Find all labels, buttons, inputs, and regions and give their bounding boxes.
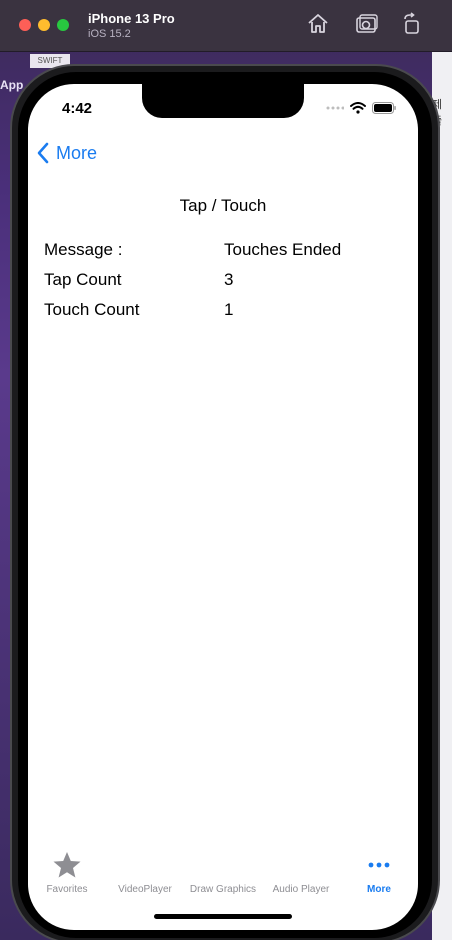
notch xyxy=(142,84,304,118)
signal-icon xyxy=(326,106,344,110)
tap-count-label: Tap Count xyxy=(44,270,122,289)
chevron-left-icon xyxy=(37,142,49,164)
background-app-fragment: App xyxy=(0,78,24,92)
star-icon xyxy=(53,852,81,878)
home-icon[interactable] xyxy=(306,12,330,36)
message-row: Message : Touches Ended xyxy=(44,240,404,262)
minimize-window-button[interactable] xyxy=(38,19,50,31)
battery-icon xyxy=(372,102,396,114)
back-button[interactable]: More xyxy=(36,140,97,166)
status-time: 4:42 xyxy=(62,100,93,117)
tap-count-row: Tap Count 3 xyxy=(44,270,404,292)
home-indicator[interactable] xyxy=(154,914,292,919)
touch-count-value: 1 xyxy=(224,300,234,319)
tab-audio-player-label: Audio Player xyxy=(272,884,330,895)
tap-count-value: 3 xyxy=(224,270,234,289)
close-window-button[interactable] xyxy=(19,19,31,31)
tab-favorites[interactable]: Favorites xyxy=(28,844,106,895)
tab-audio-player[interactable]: Audio Player xyxy=(262,844,340,895)
simulator-titlebar: iPhone 13 Pro iOS 15.2 xyxy=(0,0,452,52)
tab-draw-graphics-label: Draw Graphics xyxy=(189,884,257,895)
device-name: iPhone 13 Pro xyxy=(88,11,175,26)
tab-videoplayer-label: VideoPlayer xyxy=(118,884,172,895)
zoom-window-button[interactable] xyxy=(57,19,69,31)
touch-count-row: Touch Count 1 xyxy=(44,300,404,322)
tab-bar: Favorites VideoPlayer Draw Graphics Audi… xyxy=(28,844,418,904)
back-button-label: More xyxy=(56,142,98,163)
more-dots-icon xyxy=(368,862,390,868)
tab-more-label: More xyxy=(367,884,391,895)
message-value: Touches Ended xyxy=(224,240,342,259)
rotate-icon[interactable] xyxy=(400,12,424,36)
page-title: Tap / Touch xyxy=(179,196,267,215)
screenshot-icon[interactable] xyxy=(355,12,379,36)
message-label: Message : xyxy=(44,240,123,259)
status-icons xyxy=(326,101,396,115)
tab-videoplayer[interactable]: VideoPlayer xyxy=(106,844,184,895)
phone-screen: 4:42 More Tap / Touch Message : Touches … xyxy=(28,84,418,930)
wifi-icon xyxy=(350,102,366,114)
tab-more[interactable]: More xyxy=(340,844,418,895)
tab-favorites-label: Favorites xyxy=(46,884,88,895)
touch-count-label: Touch Count xyxy=(44,300,140,319)
tab-draw-graphics[interactable]: Draw Graphics xyxy=(184,844,262,895)
os-version: iOS 15.2 xyxy=(88,28,131,40)
